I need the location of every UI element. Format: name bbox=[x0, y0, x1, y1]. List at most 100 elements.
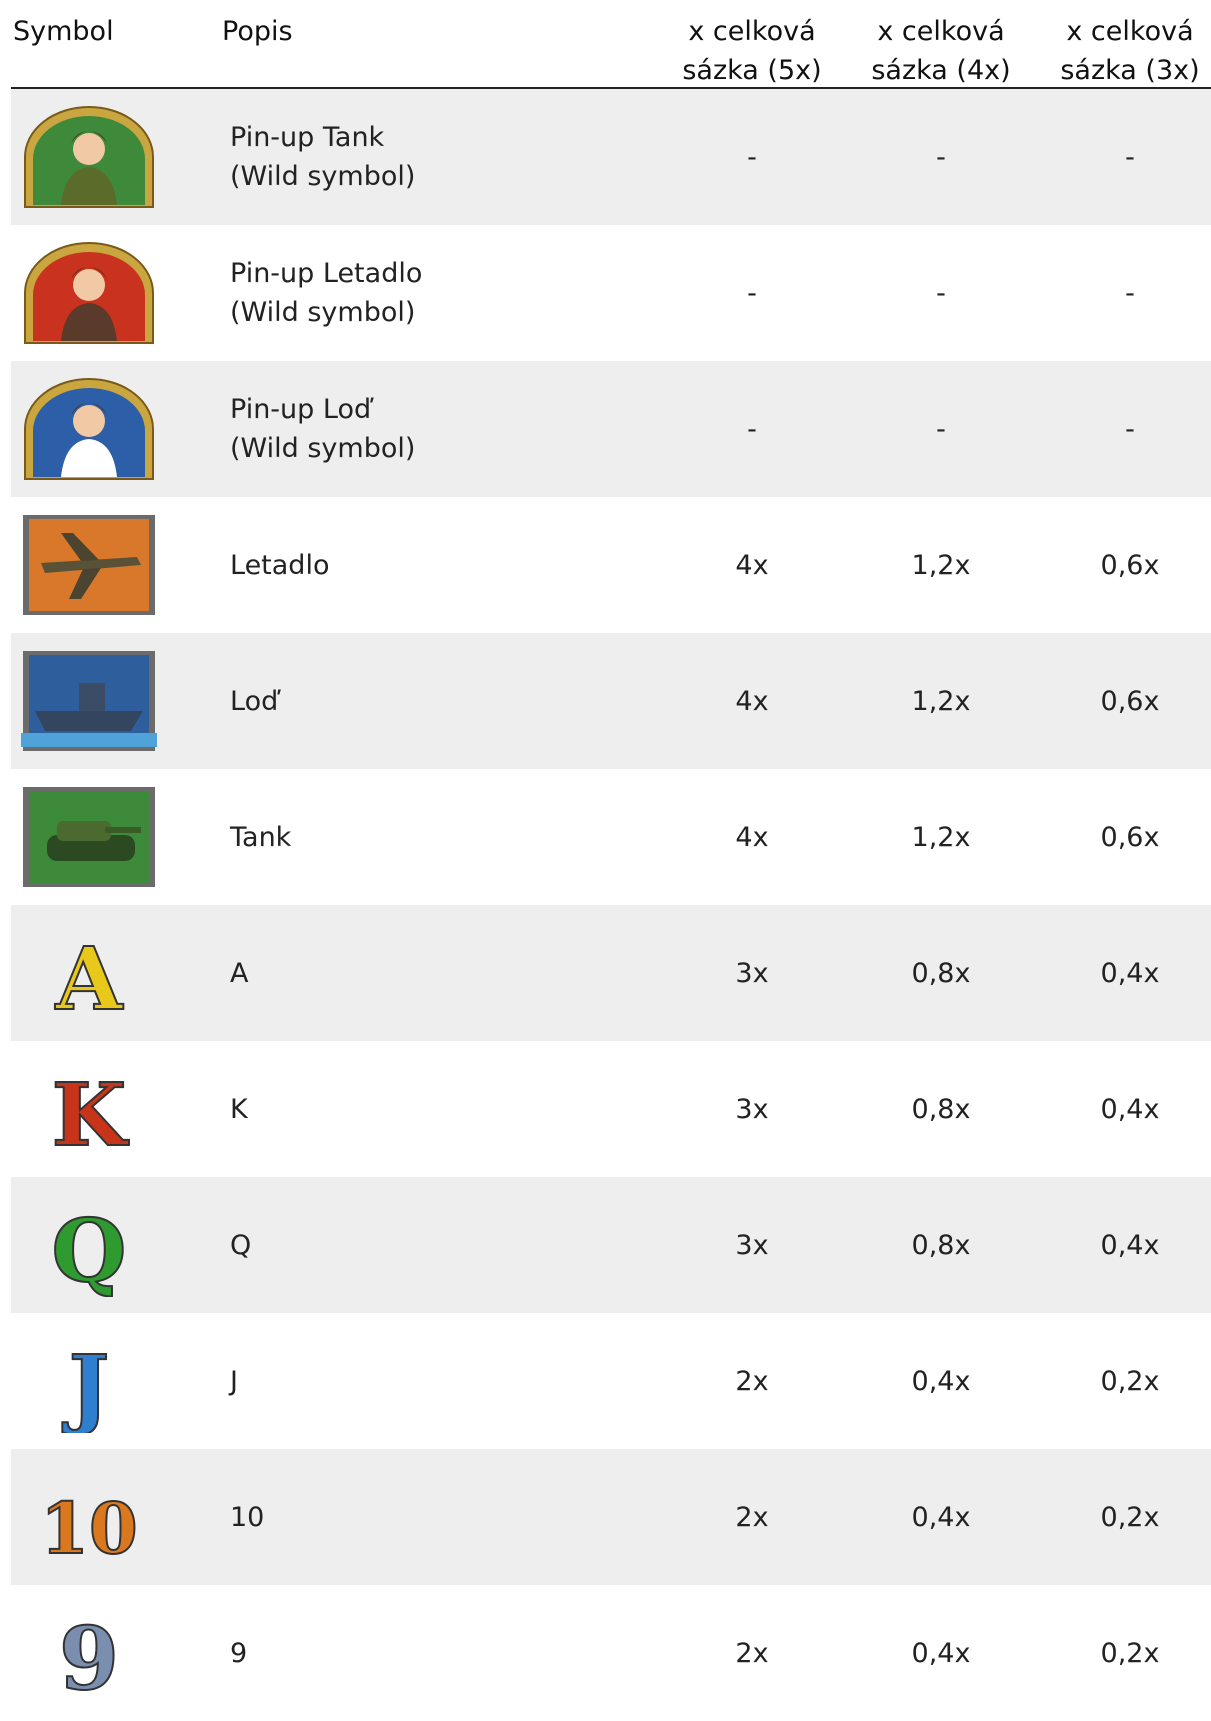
symbol-note: (Wild symbol) bbox=[230, 161, 416, 192]
symbol-description: 10 bbox=[230, 1449, 264, 1585]
letter-q-icon: Q bbox=[21, 1193, 157, 1303]
payout-4x: - bbox=[936, 141, 946, 173]
number-10-icon: 10 bbox=[21, 1465, 157, 1571]
ship-icon bbox=[21, 649, 157, 753]
header-description: Popis bbox=[222, 16, 293, 47]
symbol-name: J bbox=[230, 1365, 238, 1397]
table-row: K K 3x 0,8x 0,4x bbox=[11, 1041, 1211, 1177]
payout-5x: 3x bbox=[735, 957, 769, 989]
payout-3x: 0,2x bbox=[1100, 1365, 1160, 1397]
table-row: Pin-up Loď (Wild symbol) - - - bbox=[11, 361, 1211, 497]
payout-3x: 0,4x bbox=[1100, 1229, 1160, 1261]
symbol-description: Loď bbox=[230, 633, 278, 769]
svg-text:J: J bbox=[62, 1337, 110, 1433]
payout-3x: 0,6x bbox=[1100, 685, 1160, 717]
table-body: Pin-up Tank (Wild symbol) - - - Pin-up Letadl… bbox=[11, 89, 1211, 1721]
symbol-name: Pin-up Loď bbox=[230, 394, 372, 425]
symbol-note: (Wild symbol) bbox=[230, 433, 416, 464]
letter-j-icon: J bbox=[21, 1329, 157, 1439]
payout-4x: 0,8x bbox=[911, 1093, 971, 1125]
payout-3x: 0,2x bbox=[1100, 1501, 1160, 1533]
payout-4x: 0,8x bbox=[911, 957, 971, 989]
symbol-name: 10 bbox=[230, 1501, 265, 1533]
svg-text:Q: Q bbox=[52, 1201, 127, 1297]
payout-5x: 3x bbox=[735, 1229, 769, 1261]
symbol-name: K bbox=[230, 1093, 248, 1125]
symbol-name: Tank bbox=[230, 821, 292, 853]
payout-4x: 0,4x bbox=[911, 1501, 971, 1533]
payout-4x: 0,4x bbox=[911, 1365, 971, 1397]
payout-5x: - bbox=[747, 277, 757, 309]
table-row: Loď 4x 1,2x 0,6x bbox=[11, 633, 1211, 769]
tank-icon bbox=[21, 785, 157, 889]
payout-3x: 0,4x bbox=[1100, 1093, 1160, 1125]
symbol-description: Pin-up Letadlo (Wild symbol) bbox=[230, 225, 422, 361]
table-row: Tank 4x 1,2x 0,6x bbox=[11, 769, 1211, 905]
symbol-description: A bbox=[230, 905, 248, 1041]
symbol-description: Pin-up Loď (Wild symbol) bbox=[230, 361, 415, 497]
svg-text:9: 9 bbox=[59, 1609, 119, 1705]
symbol-note: (Wild symbol) bbox=[230, 297, 416, 328]
payout-5x: 4x bbox=[735, 821, 769, 853]
symbol-description: Letadlo bbox=[230, 497, 329, 633]
symbol-name: A bbox=[230, 957, 249, 989]
table-header: Symbol Popis x celková sázka (5x) x celk… bbox=[11, 0, 1211, 89]
payout-4x: 1,2x bbox=[911, 549, 971, 581]
symbol-name: Loď bbox=[230, 685, 279, 717]
symbol-name: Letadlo bbox=[230, 549, 330, 581]
header-4x: x celková sázka (4x) bbox=[871, 16, 1011, 86]
payout-4x: 0,4x bbox=[911, 1637, 971, 1669]
symbol-description: Tank bbox=[230, 769, 291, 905]
svg-text:10: 10 bbox=[40, 1487, 137, 1569]
table-row: J J 2x 0,4x 0,2x bbox=[11, 1313, 1211, 1449]
svg-text:K: K bbox=[52, 1065, 130, 1161]
payout-4x: 0,8x bbox=[911, 1229, 971, 1261]
payout-3x: 0,6x bbox=[1100, 549, 1160, 581]
header-symbol: Symbol bbox=[13, 16, 114, 47]
payout-5x: 4x bbox=[735, 549, 769, 581]
svg-text:A: A bbox=[55, 929, 124, 1025]
table-row: Pin-up Letadlo (Wild symbol) - - - bbox=[11, 225, 1211, 361]
symbol-name: Pin-up Tank bbox=[230, 122, 385, 153]
payout-3x: 0,2x bbox=[1100, 1637, 1160, 1669]
payout-5x: - bbox=[747, 141, 757, 173]
letter-k-icon: K bbox=[21, 1057, 157, 1167]
symbol-description: J bbox=[230, 1313, 238, 1449]
letter-a-icon: A bbox=[21, 921, 157, 1031]
symbol-description: K bbox=[230, 1041, 248, 1177]
symbol-name: Q bbox=[230, 1229, 252, 1261]
payout-3x: 0,6x bbox=[1100, 821, 1160, 853]
symbol-name: 9 bbox=[230, 1637, 248, 1669]
pinup-plane-icon bbox=[21, 241, 157, 345]
plane-icon bbox=[21, 513, 157, 617]
table-row: Pin-up Tank (Wild symbol) - - - bbox=[11, 89, 1211, 225]
payout-5x: 3x bbox=[735, 1093, 769, 1125]
payout-5x: 2x bbox=[735, 1365, 769, 1397]
symbol-description: Q bbox=[230, 1177, 251, 1313]
table-row: Letadlo 4x 1,2x 0,6x bbox=[11, 497, 1211, 633]
payout-4x: 1,2x bbox=[911, 821, 971, 853]
payout-3x: 0,4x bbox=[1100, 957, 1160, 989]
payout-3x: - bbox=[1125, 141, 1135, 173]
table-row: A A 3x 0,8x 0,4x bbox=[11, 905, 1211, 1041]
pinup-tank-icon bbox=[21, 105, 157, 209]
payout-3x: - bbox=[1125, 277, 1135, 309]
symbol-description: 9 bbox=[230, 1585, 247, 1721]
pinup-ship-icon bbox=[21, 377, 157, 481]
payout-5x: 2x bbox=[735, 1637, 769, 1669]
payout-3x: - bbox=[1125, 413, 1135, 445]
payout-5x: 2x bbox=[735, 1501, 769, 1533]
paytable: Symbol Popis x celková sázka (5x) x celk… bbox=[11, 0, 1211, 1721]
payout-4x: 1,2x bbox=[911, 685, 971, 717]
symbol-name: Pin-up Letadlo bbox=[230, 258, 423, 289]
payout-4x: - bbox=[936, 413, 946, 445]
number-9-icon: 9 bbox=[21, 1601, 157, 1711]
table-row: 10 10 2x 0,4x 0,2x bbox=[11, 1449, 1211, 1585]
payout-5x: - bbox=[747, 413, 757, 445]
symbol-description: Pin-up Tank (Wild symbol) bbox=[230, 89, 415, 225]
table-row: 9 9 2x 0,4x 0,2x bbox=[11, 1585, 1211, 1721]
payout-5x: 4x bbox=[735, 685, 769, 717]
payout-4x: - bbox=[936, 277, 946, 309]
header-5x: x celková sázka (5x) bbox=[682, 16, 822, 86]
header-3x: x celková sázka (3x) bbox=[1060, 16, 1200, 86]
